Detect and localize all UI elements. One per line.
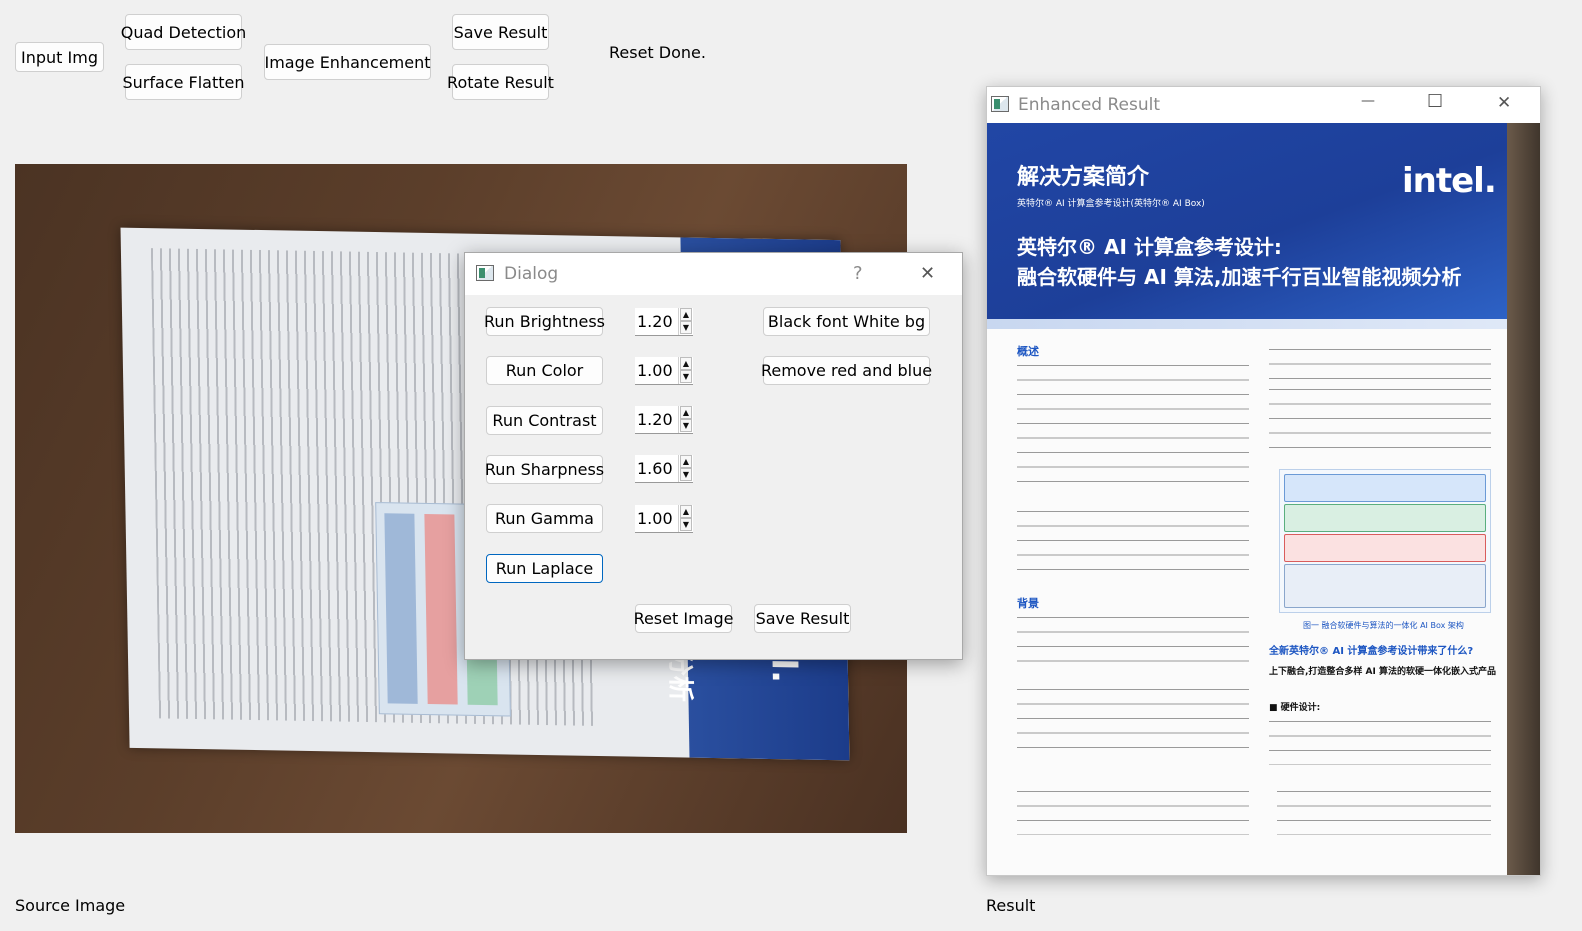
- run-color-button[interactable]: Run Color: [486, 356, 603, 385]
- color-value: 1.00: [637, 361, 673, 380]
- document-banner: [987, 123, 1507, 323]
- enhanced-document: 解决方案简介 英特尔® AI 计算盒参考设计(英特尔® AI Box) inte…: [987, 123, 1540, 875]
- document-edge: [1507, 123, 1540, 875]
- image-enhancement-button[interactable]: Image Enhancement: [264, 44, 431, 80]
- doc-title-line1: 英特尔® AI 计算盒参考设计:: [1017, 235, 1282, 259]
- dialog-title: Dialog: [504, 264, 559, 284]
- doc-section-overview: 概述: [1017, 345, 1039, 358]
- help-icon[interactable]: ?: [853, 263, 863, 284]
- sharpness-value: 1.60: [637, 459, 673, 478]
- remove-red-blue-button[interactable]: Remove red and blue: [761, 356, 932, 385]
- doc-paragraph: [1017, 365, 1249, 495]
- sharpness-spinbox[interactable]: 1.60 ▲ ▼: [635, 455, 693, 483]
- quad-detection-button[interactable]: Quad Detection: [121, 14, 246, 50]
- doc-paragraph: [1277, 791, 1491, 835]
- source-image-label: Source Image: [15, 896, 126, 915]
- spin-up-icon[interactable]: ▲: [680, 505, 692, 518]
- spin-down-icon[interactable]: ▼: [680, 370, 692, 383]
- spin-down-icon[interactable]: ▼: [680, 518, 692, 531]
- app-icon: [476, 265, 494, 281]
- black-font-white-bg-button[interactable]: Black font White bg: [763, 307, 930, 336]
- run-sharpness-button[interactable]: Run Sharpness: [485, 455, 604, 484]
- doc-paragraph: [1269, 721, 1491, 765]
- save-result-button[interactable]: Save Result: [452, 14, 549, 50]
- rotate-result-button[interactable]: Rotate Result: [447, 64, 554, 100]
- dialog-save-result-button[interactable]: Save Result: [754, 604, 851, 633]
- color-spinbox[interactable]: 1.00 ▲ ▼: [635, 357, 693, 385]
- spin-down-icon[interactable]: ▼: [680, 321, 692, 334]
- spin-down-icon[interactable]: ▼: [680, 419, 692, 432]
- contrast-value: 1.20: [637, 410, 673, 429]
- doc-paragraph: [1017, 511, 1249, 583]
- run-contrast-button[interactable]: Run Contrast: [486, 406, 603, 435]
- result-label: Result: [986, 896, 1036, 915]
- doc-hardware-heading: ■ 硬件设计:: [1269, 703, 1321, 713]
- result-window-title: Enhanced Result: [1018, 95, 1161, 115]
- doc-subheading: 英特尔® AI 计算盒参考设计(英特尔® AI Box): [1017, 199, 1205, 209]
- contrast-spinbox[interactable]: 1.20 ▲ ▼: [635, 406, 693, 434]
- run-laplace-button[interactable]: Run Laplace: [486, 554, 603, 583]
- gamma-value: 1.00: [637, 509, 673, 528]
- gamma-spinbox[interactable]: 1.00 ▲ ▼: [635, 505, 693, 533]
- doc-heading: 解决方案简介: [1017, 165, 1150, 190]
- intel-logo: intel.: [1402, 161, 1497, 201]
- dialog-titlebar[interactable]: Dialog ? ✕: [465, 253, 962, 295]
- spin-up-icon[interactable]: ▲: [680, 357, 692, 370]
- doc-title-line2: 融合软硬件与 AI 算法,加速千行百业智能视频分析: [1017, 265, 1462, 289]
- doc-paragraph: [1269, 349, 1491, 379]
- spin-up-icon[interactable]: ▲: [680, 308, 692, 321]
- status-text: Reset Done.: [609, 43, 706, 62]
- doc-right-subheading: 上下融合,打造整合多样 AI 算法的软硬一体化嵌入式产品: [1269, 667, 1497, 677]
- doc-right-heading: 全新英特尔® AI 计算盒参考设计带来了什么?: [1269, 646, 1474, 657]
- input-img-button[interactable]: Input Img: [15, 42, 104, 72]
- doc-paragraph: [1017, 689, 1249, 761]
- enhancement-dialog: Dialog ? ✕ Run Brightness Run Color Run …: [464, 252, 963, 660]
- maximize-icon[interactable]: ☐: [1427, 91, 1443, 112]
- surface-flatten-button[interactable]: Surface Flatten: [122, 64, 245, 100]
- diagram-caption: 图一 融合软硬件与算法的一体化 AI Box 架构: [1303, 621, 1464, 630]
- doc-section-background: 背景: [1017, 597, 1039, 610]
- architecture-diagram: [1279, 469, 1491, 613]
- reset-image-button[interactable]: Reset Image: [634, 604, 733, 633]
- app-icon: [991, 96, 1009, 112]
- close-icon[interactable]: ✕: [920, 263, 935, 284]
- run-gamma-button[interactable]: Run Gamma: [486, 504, 603, 533]
- doc-paragraph: [1017, 617, 1249, 675]
- enhanced-result-window: Enhanced Result — ☐ ✕ 解决方案简介 英特尔® AI 计算盒…: [986, 86, 1541, 876]
- result-titlebar[interactable]: Enhanced Result — ☐ ✕: [987, 87, 1540, 123]
- spin-up-icon[interactable]: ▲: [680, 406, 692, 419]
- banner-strip: [987, 319, 1507, 329]
- minimize-icon[interactable]: —: [1361, 93, 1375, 109]
- spin-down-icon[interactable]: ▼: [680, 468, 692, 481]
- app-window: Input Img Quad Detection Surface Flatten…: [0, 0, 1582, 931]
- doc-paragraph: [1269, 389, 1491, 461]
- doc-paragraph: [1017, 791, 1249, 835]
- close-icon[interactable]: ✕: [1497, 93, 1511, 113]
- brightness-value: 1.20: [637, 312, 673, 331]
- run-brightness-button[interactable]: Run Brightness: [484, 307, 605, 336]
- spin-up-icon[interactable]: ▲: [680, 455, 692, 468]
- brightness-spinbox[interactable]: 1.20 ▲ ▼: [635, 308, 693, 336]
